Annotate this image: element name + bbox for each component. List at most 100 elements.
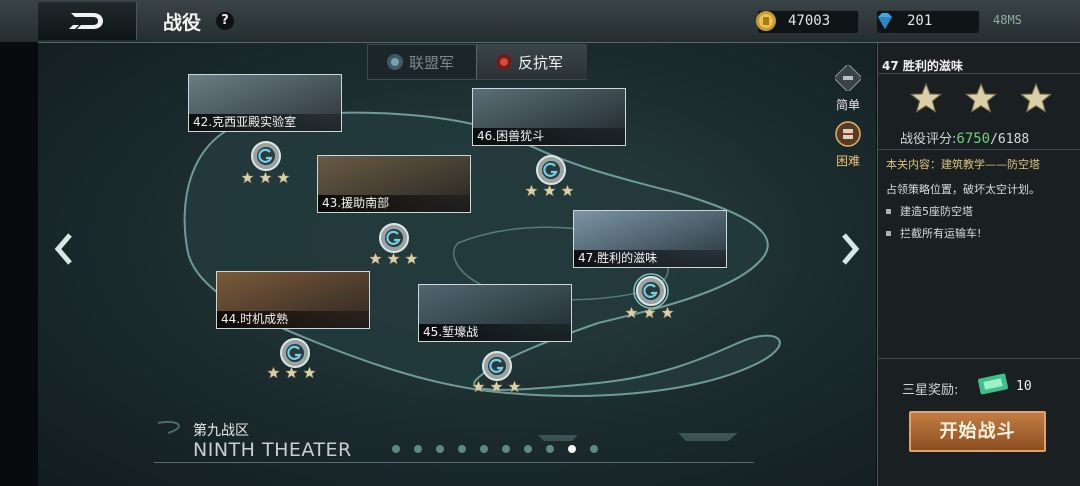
page-dot[interactable]: [458, 445, 466, 453]
reward-count: 10: [1016, 379, 1032, 394]
ticket-icon: [978, 373, 1008, 395]
star-icon: [508, 380, 521, 393]
theater-name-en: NINTH THEATER: [193, 439, 352, 461]
difficulty-hard-label: 困难: [835, 154, 860, 168]
star-icon: [303, 366, 316, 379]
hard-difficulty-icon: [835, 121, 861, 147]
star-icon: [369, 252, 382, 265]
star-icon: [1020, 82, 1052, 113]
page-dot[interactable]: [436, 445, 444, 453]
star-icon: [241, 171, 254, 184]
star-icon: [910, 82, 942, 113]
star-icon: [285, 366, 298, 379]
difficulty-easy-label: 简单: [835, 98, 860, 112]
gold-counter: 47003: [756, 10, 859, 34]
stage-card[interactable]: 42.克西亚殿实验室: [188, 74, 342, 132]
reward-label: 三星奖励:: [902, 383, 959, 398]
stage-label: 43.援助南部: [318, 195, 470, 212]
difficulty-easy[interactable]: 简单: [833, 63, 863, 113]
stage-content: 本关内容：建筑教学——防空塔: [886, 158, 1040, 171]
page-dot[interactable]: [502, 445, 510, 453]
objective-item: 拦截所有运输车!: [886, 225, 981, 241]
star-icon: [259, 171, 272, 184]
ping-status: 48MS: [993, 13, 1022, 27]
campaign-screen: 战役 ? 47003 201 48MS 简单 困难 42.克西亚殿实验室 43.…: [0, 0, 1080, 486]
stage-card[interactable]: 43.援助南部: [317, 155, 471, 213]
stage-score-value: 6750: [956, 131, 991, 147]
stage-label: 44.时机成熟: [217, 311, 369, 328]
diamond-amount: 201: [907, 13, 933, 29]
stage-stars: [472, 380, 521, 393]
star-icon: [525, 184, 538, 197]
theater-name-cn: 第九战区: [193, 423, 249, 439]
star-icon: [387, 252, 400, 265]
objective-item: 建造5座防空塔: [886, 203, 973, 219]
stage-score-label: 战役评分:: [900, 132, 957, 147]
stage-stars: [267, 366, 316, 379]
back-button[interactable]: [38, 2, 137, 40]
easy-difficulty-icon: [833, 63, 863, 93]
star-icon: [561, 184, 574, 197]
panel-divider: [878, 358, 1080, 359]
objective-text: 建造5座防空塔: [900, 205, 973, 218]
stage-detail-panel: 47 胜利的滋味 战役评分:6750/6188 本关内容：建筑教学——防空塔 占…: [877, 43, 1080, 486]
page-dot[interactable]: [590, 445, 598, 453]
stage-score: 战役评分:6750/6188: [900, 128, 1029, 147]
stage-stars: [525, 184, 574, 197]
page-dot[interactable]: [392, 445, 400, 453]
star-icon: [543, 184, 556, 197]
page-dot[interactable]: [546, 445, 554, 453]
page-dot[interactable]: [568, 445, 576, 453]
star-icon: [267, 366, 280, 379]
theater-pagination: [392, 445, 598, 453]
star-icon: [965, 82, 997, 113]
gold-coin-icon: [756, 11, 776, 31]
prev-theater-arrow[interactable]: [50, 229, 78, 269]
star-icon: [490, 380, 503, 393]
tab-allies[interactable]: 联盟军: [368, 45, 476, 79]
star-icon: [405, 252, 418, 265]
stage-node-icon[interactable]: [479, 348, 515, 384]
stage-card[interactable]: 44.时机成熟: [216, 271, 370, 329]
allies-emblem-icon: [387, 54, 403, 70]
next-theater-arrow[interactable]: [836, 229, 864, 269]
star-icon: [643, 306, 656, 319]
tab-allies-label: 联盟军: [409, 53, 455, 72]
tab-resistance-label: 反抗军: [518, 53, 564, 72]
help-icon[interactable]: ?: [216, 12, 234, 30]
stage-detail-stars: [910, 82, 1052, 114]
campaign-map: 简单 困难 42.克西亚殿实验室 43.援助南部 44.时机成熟 45.堑壕战 46.困…: [38, 43, 876, 486]
resistance-emblem-icon: [496, 54, 512, 70]
back-icon: [69, 13, 103, 29]
stage-node-icon[interactable]: [533, 152, 569, 188]
objective-text: 拦截所有运输车!: [900, 227, 982, 240]
stage-label: 45.堑壕战: [419, 324, 571, 341]
stage-card[interactable]: 47.胜利的滋味: [573, 210, 727, 268]
stage-label: 46.困兽犹斗: [473, 128, 625, 145]
page-dot[interactable]: [414, 445, 422, 453]
left-border: [0, 42, 38, 486]
stage-node-icon[interactable]: [376, 220, 412, 256]
diamond-counter: 201: [876, 10, 980, 34]
stage-label: 47.胜利的滋味: [574, 250, 726, 267]
stage-detail-title: 47 胜利的滋味: [882, 59, 963, 73]
island-outline: [157, 111, 781, 441]
star-icon: [472, 380, 485, 393]
panel-divider: [878, 73, 1080, 74]
stage-card[interactable]: 45.堑壕战: [418, 284, 572, 342]
stage-node-icon[interactable]: [633, 273, 669, 309]
panel-divider: [878, 149, 1080, 150]
faction-tabs: 联盟军 反抗军: [367, 44, 587, 80]
start-battle-button[interactable]: 开始战斗: [909, 411, 1046, 452]
stage-score-total: /6188: [990, 132, 1030, 147]
page-dot[interactable]: [524, 445, 532, 453]
bullet-icon: [886, 230, 891, 236]
page-title: 战役: [163, 12, 202, 34]
page-dot[interactable]: [480, 445, 488, 453]
stage-card[interactable]: 46.困兽犹斗: [472, 88, 626, 146]
star-icon: [277, 171, 290, 184]
difficulty-hard[interactable]: 困难: [833, 121, 863, 169]
stage-node-icon[interactable]: [248, 138, 284, 174]
tab-resistance[interactable]: 反抗军: [476, 45, 587, 79]
star-icon: [625, 306, 638, 319]
